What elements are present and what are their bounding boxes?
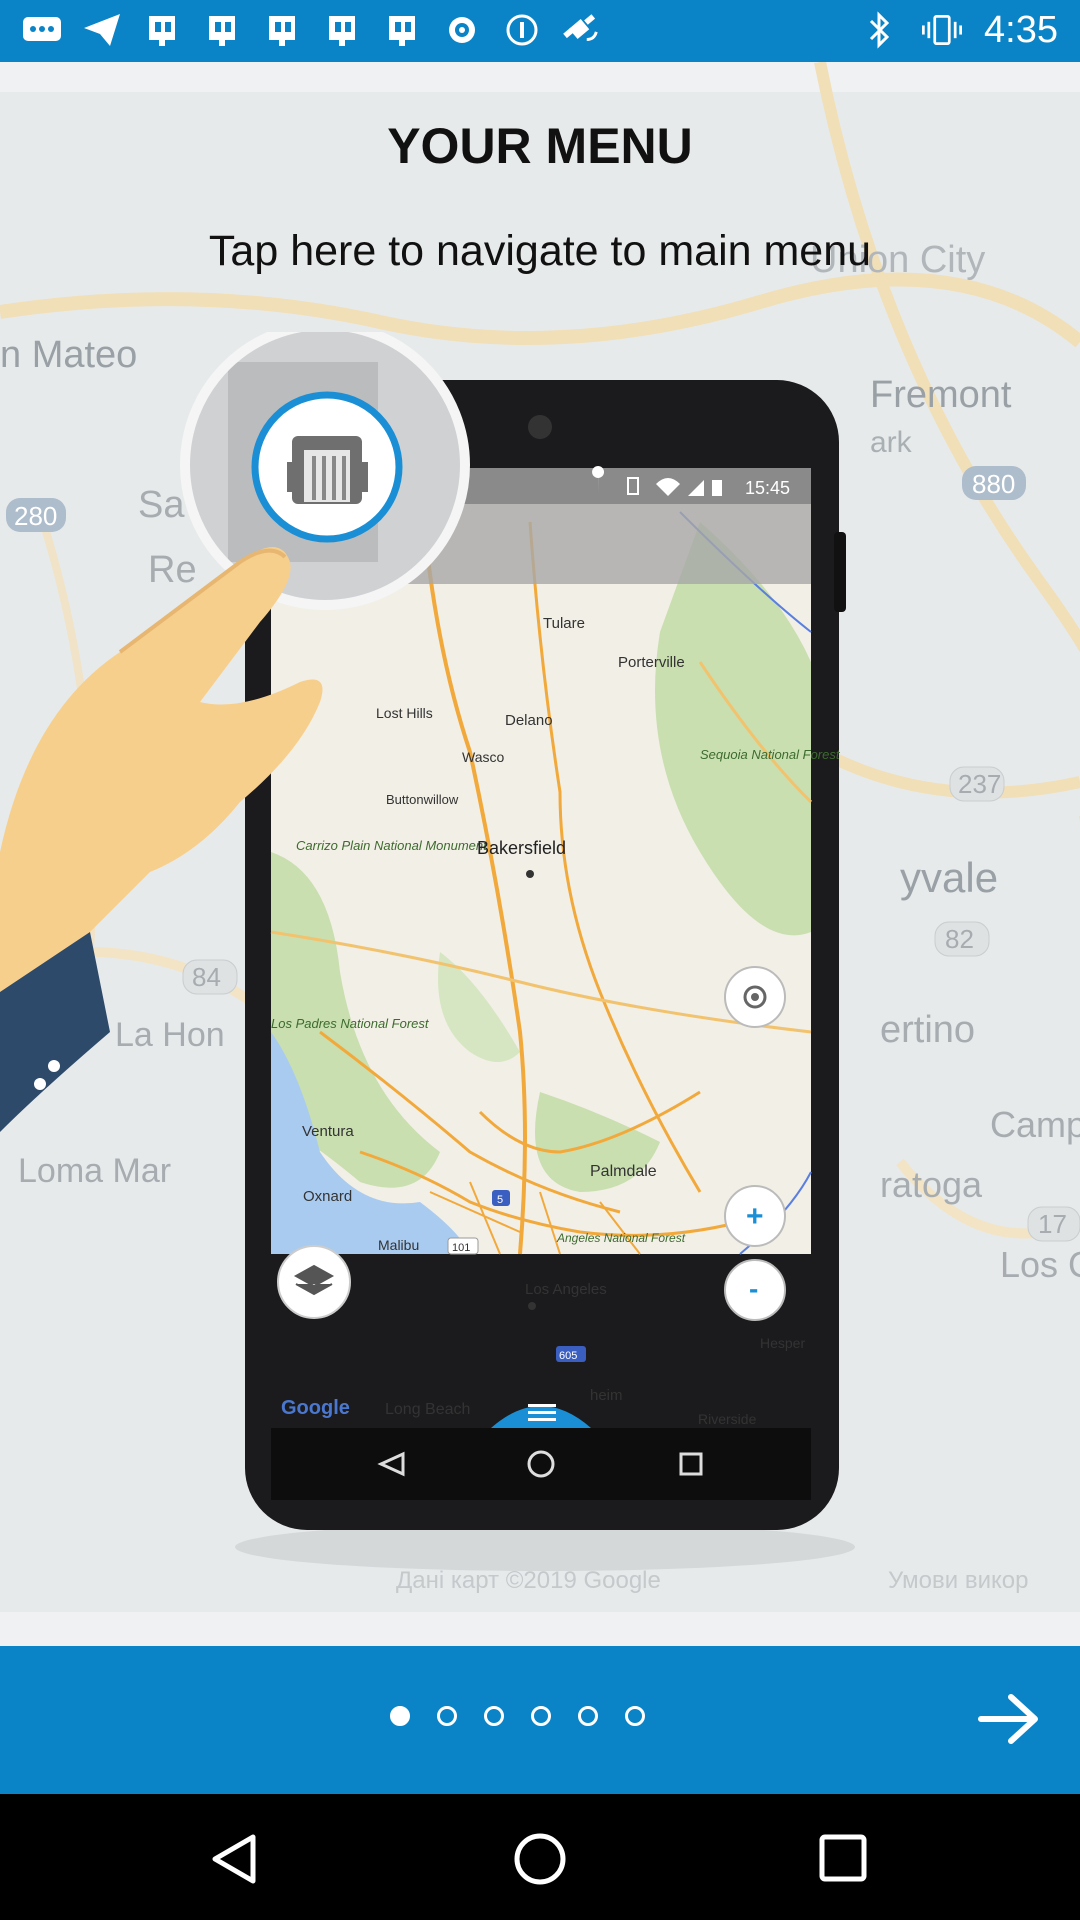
onboarding-footer xyxy=(0,1646,1080,1794)
phone-google-logo: Google xyxy=(281,1397,350,1419)
phone-map-label: 101 xyxy=(452,1242,470,1254)
status-bar: 4:35 xyxy=(0,0,1080,62)
phone-map-label: 605 xyxy=(559,1350,577,1362)
notification-icon xyxy=(322,10,362,50)
phone-map-label: Riverside xyxy=(698,1411,757,1427)
phone-map-label: Ventura xyxy=(302,1123,354,1140)
onboarding-page: n Mateo Union City Fremont ark 280 880 S… xyxy=(0,62,1080,1646)
home-button[interactable] xyxy=(505,1824,575,1894)
notification-icon xyxy=(382,10,422,50)
phone-map-label: Sequoia National Forest xyxy=(700,747,841,762)
notification-icon xyxy=(142,10,182,50)
page-dot[interactable] xyxy=(578,1706,598,1726)
phone-menu-icon xyxy=(528,1404,556,1407)
back-button[interactable] xyxy=(200,1824,270,1894)
vibrate-icon xyxy=(922,10,963,50)
phone-zoom-in-label: + xyxy=(746,1200,764,1233)
page-dot[interactable] xyxy=(625,1706,645,1726)
page-dot[interactable] xyxy=(437,1706,457,1726)
phone-map-label: Lost Hills xyxy=(376,705,433,721)
notification-icon xyxy=(262,10,302,50)
phone-camera xyxy=(528,415,552,439)
telegram-icon xyxy=(82,10,122,50)
bluetooth-icon xyxy=(860,10,900,50)
page-dot[interactable] xyxy=(531,1706,551,1726)
phone-map-label: Hesper xyxy=(760,1335,805,1351)
system-navigation-bar xyxy=(0,1794,1080,1920)
phone-map-label: Malibu xyxy=(378,1237,419,1253)
magnifier-icon xyxy=(180,332,470,610)
phone-zoom-out-label: - xyxy=(749,1273,758,1304)
page-dot-active[interactable] xyxy=(390,1706,410,1726)
page-title: YOUR MENU xyxy=(387,118,693,174)
page-indicator xyxy=(390,1706,645,1726)
phone-map-label: Carrizo Plain National Monument xyxy=(296,838,488,853)
fake-gps-icon xyxy=(562,10,602,50)
recents-button[interactable] xyxy=(809,1824,879,1894)
page-dot[interactable] xyxy=(484,1706,504,1726)
target-icon xyxy=(442,10,482,50)
phone-map-label: Angeles National Forest xyxy=(556,1231,686,1245)
phone-navbar xyxy=(271,1428,811,1500)
notification-icon xyxy=(202,10,242,50)
phone-map-label: Wasco xyxy=(462,749,504,765)
phone-map-label: Tulare xyxy=(543,615,585,632)
phone-map-label: Porterville xyxy=(618,654,685,671)
phone-map-label: Palmdale xyxy=(590,1163,657,1180)
phone-map-label: Bakersfield xyxy=(477,838,566,858)
status-bar-notification-icons xyxy=(22,10,602,50)
info-icon xyxy=(502,10,542,50)
phone-illustration: 15:45 Tulare Porterville Lost Hills Dela… xyxy=(0,332,855,1571)
phone-map-label: Los Padres National Forest xyxy=(271,1016,430,1031)
recents-square-icon xyxy=(819,1834,867,1882)
phone-map-label: 5 xyxy=(497,1194,503,1206)
home-circle-icon xyxy=(514,1833,566,1885)
phone-battery-icon xyxy=(712,480,722,496)
messenger-icon xyxy=(22,10,62,50)
back-triangle-icon xyxy=(212,1834,256,1884)
phone-map-label: Los Angeles xyxy=(525,1281,607,1298)
phone-map-label: heim xyxy=(590,1387,623,1404)
page-subtitle: Tap here to navigate to main menu xyxy=(208,227,872,275)
phone-map-label: Long Beach xyxy=(385,1401,470,1418)
status-bar-system-icons: 4:35 xyxy=(860,10,1058,50)
phone-map-label: Buttonwillow xyxy=(386,792,459,807)
phone-status-time: 15:45 xyxy=(745,478,790,498)
next-button[interactable] xyxy=(976,1686,1042,1752)
phone-map-label: Oxnard xyxy=(303,1188,352,1205)
phone-map-label: Delano xyxy=(505,712,553,729)
arrow-right-icon xyxy=(978,1694,1038,1744)
status-time: 4:35 xyxy=(984,9,1058,51)
